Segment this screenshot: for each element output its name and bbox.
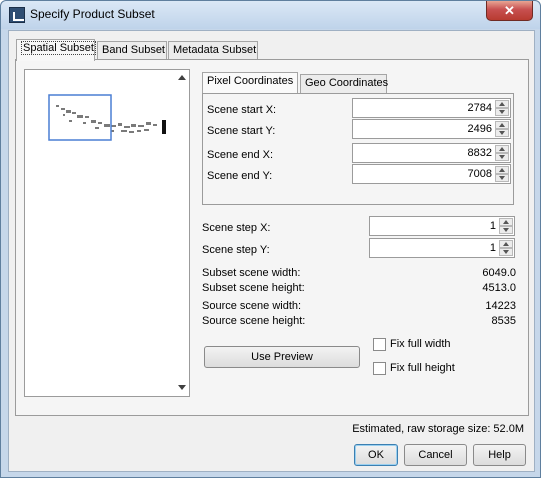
end-x-label: Scene end X: — [207, 149, 274, 161]
scroll-up-icon[interactable] — [178, 75, 186, 80]
app-icon — [9, 7, 25, 23]
step-y-value: 1 — [489, 242, 496, 254]
tab-band-subset[interactable]: Band Subset — [97, 41, 167, 60]
source-height-label: Source scene height: — [202, 315, 306, 327]
step-x-label: Scene step X: — [202, 222, 271, 234]
use-preview-button[interactable]: Use Preview — [204, 346, 360, 368]
step-x-value: 1 — [489, 220, 496, 232]
spinner-up-icon[interactable] — [495, 121, 509, 129]
source-width-label: Source scene width: — [202, 300, 302, 312]
cancel-button[interactable]: Cancel — [404, 444, 467, 466]
step-x-spinner[interactable]: 1 — [369, 216, 515, 236]
fix-full-height-label: Fix full height — [390, 362, 455, 374]
scroll-down-icon[interactable] — [178, 385, 186, 390]
fix-full-width-box[interactable] — [373, 338, 386, 351]
start-y-label: Scene start Y: — [207, 125, 276, 137]
tab-spatial-subset[interactable]: Spatial Subset — [16, 39, 96, 61]
help-button[interactable]: Help — [473, 444, 526, 466]
end-x-value: 8832 — [467, 147, 492, 159]
tab-geo-coordinates[interactable]: Geo Coordinates — [300, 74, 388, 93]
tab-metadata-subset[interactable]: Metadata Subset — [168, 41, 258, 60]
end-y-spinner[interactable]: 7008 — [352, 164, 511, 184]
spinner-up-icon[interactable] — [495, 166, 509, 174]
spinner-down-icon[interactable] — [495, 108, 509, 116]
pixel-coordinates-panel: Scene start X: 2784 Scene start Y: 2496 … — [202, 93, 514, 205]
end-y-value: 7008 — [467, 168, 492, 180]
end-y-label: Scene end Y: — [207, 170, 273, 182]
thumbnail-scrollbar[interactable] — [175, 70, 189, 396]
window-title: Specify Product Subset — [30, 7, 155, 21]
thumbnail-preview[interactable] — [24, 69, 190, 397]
tab-spatial-subset-label: Spatial Subset — [21, 41, 96, 55]
spinner-down-icon[interactable] — [499, 248, 513, 256]
step-y-label: Scene step Y: — [202, 244, 270, 256]
start-x-value: 2784 — [467, 102, 492, 114]
subset-height-label: Subset scene height: — [202, 282, 305, 294]
fix-full-height-box[interactable] — [373, 362, 386, 375]
source-height-value: 8535 — [491, 315, 516, 327]
close-button[interactable]: ✕ — [486, 1, 533, 21]
step-y-spinner[interactable]: 1 — [369, 238, 515, 258]
spinner-up-icon[interactable] — [499, 240, 513, 248]
spinner-up-icon[interactable] — [495, 100, 509, 108]
subset-width-label: Subset scene width: — [202, 267, 301, 279]
storage-estimate: Estimated, raw storage size: 52.0M — [352, 423, 524, 435]
dialog-content: Spatial Subset Band Subset Metadata Subs… — [8, 30, 535, 472]
spinner-down-icon[interactable] — [495, 174, 509, 182]
start-y-spinner[interactable]: 2496 — [352, 119, 511, 139]
title-bar[interactable]: Specify Product Subset ✕ — [1, 1, 540, 29]
spinner-down-icon[interactable] — [495, 129, 509, 137]
spinner-up-icon[interactable] — [499, 218, 513, 226]
fix-full-width-label: Fix full width — [390, 338, 451, 350]
spinner-down-icon[interactable] — [499, 226, 513, 234]
subset-height-value: 4513.0 — [482, 282, 516, 294]
spinner-down-icon[interactable] — [495, 153, 509, 161]
thumbnail-image — [48, 94, 166, 141]
start-x-label: Scene start X: — [207, 104, 277, 116]
end-x-spinner[interactable]: 8832 — [352, 143, 511, 163]
subset-width-value: 6049.0 — [482, 267, 516, 279]
spatial-subset-panel: Pixel Coordinates Geo Coordinates Scene … — [15, 59, 529, 416]
dialog-window: Specify Product Subset ✕ Spatial Subset … — [0, 0, 541, 478]
start-x-spinner[interactable]: 2784 — [352, 98, 511, 118]
ok-button[interactable]: OK — [354, 444, 398, 466]
tab-pixel-coordinates[interactable]: Pixel Coordinates — [202, 72, 298, 93]
spinner-up-icon[interactable] — [495, 145, 509, 153]
start-y-value: 2496 — [467, 123, 492, 135]
source-width-value: 14223 — [485, 300, 516, 312]
